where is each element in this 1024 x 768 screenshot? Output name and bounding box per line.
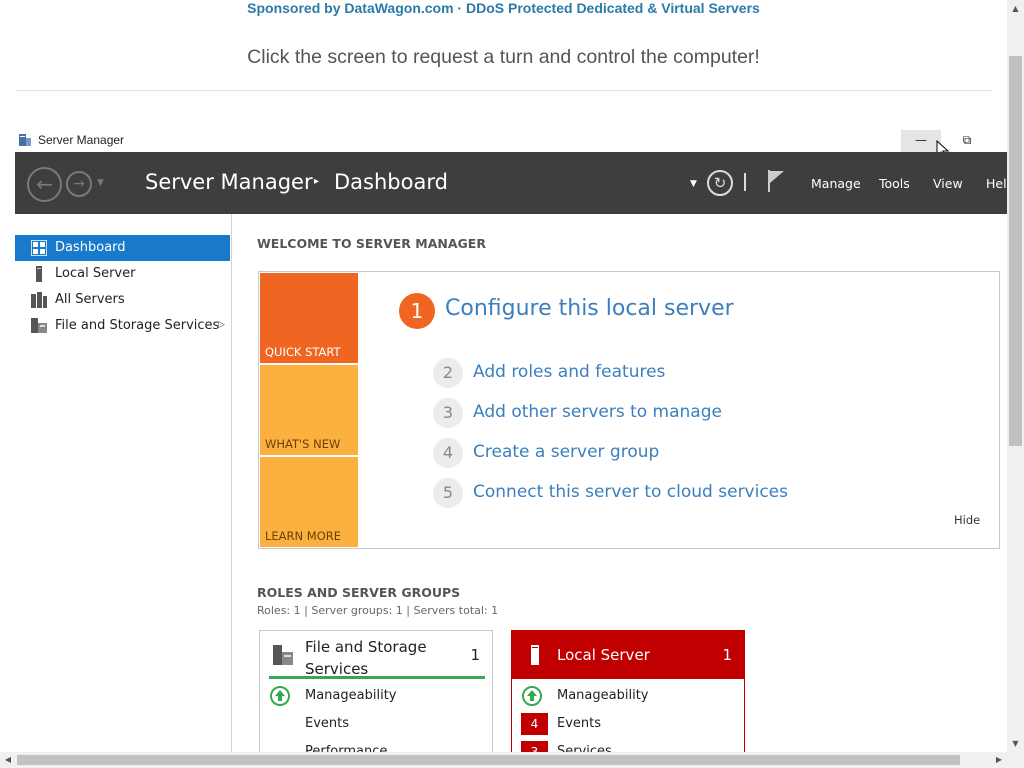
breadcrumb-app: Server Manager [145,170,313,194]
sponsor-link[interactable]: Sponsored by DataWagon.com · DDoS Protec… [0,0,1007,17]
history-dropdown-icon[interactable]: ▼ [97,178,104,188]
menu-manage[interactable]: Manage [811,176,861,191]
dashboard-icon [31,240,47,256]
row-label: Manageability [557,688,649,703]
row-label: Events [557,716,602,731]
notifications-flag-icon[interactable] [766,169,786,193]
scroll-thumb[interactable] [1009,56,1022,446]
tile-label: QUICK START [265,345,341,359]
menu-tools[interactable]: Tools [879,176,910,191]
divider [16,90,992,91]
roles-stats: Roles: 1 | Server groups: 1 | Servers to… [257,604,499,617]
server-manager-header: ← → ▼ Server Manager ▸ Dashboard ▼ ↻ Man… [15,152,1015,214]
step-number-badge: 3 [433,398,463,428]
refresh-icon[interactable]: ↻ [707,170,733,196]
scroll-down-icon[interactable]: ▼ [1007,735,1024,752]
card-row-events[interactable]: Events [260,711,492,737]
step-number-badge: 5 [433,478,463,508]
role-card-file-storage[interactable]: File and Storage Services 1 Manageabilit… [259,630,493,768]
local-server-icon [36,266,42,282]
horizontal-scrollbar[interactable]: ◀ ▶ [0,752,1007,768]
minimize-button[interactable]: — [901,130,941,152]
step-number-badge: 4 [433,438,463,468]
sidebar-item-file-storage[interactable]: File and Storage Services ▷ [15,313,230,339]
card-title: File and Storage Services [305,638,427,678]
main-content: WELCOME TO SERVER MANAGER QUICK START WH… [232,214,1007,768]
card-count: 1 [470,646,480,664]
card-title: Local Server [557,646,650,664]
sidebar-item-dashboard[interactable]: Dashboard [15,235,230,261]
tile-learn-more[interactable]: LEARN MORE [260,457,358,547]
add-servers-link[interactable]: Add other servers to manage [473,402,722,422]
breadcrumb-page: Dashboard [334,170,448,194]
sidebar-item-label: Local Server [55,266,136,281]
ok-up-arrow-icon [522,686,542,706]
menu-view[interactable]: View [933,176,963,191]
server-manager-app-icon [19,134,31,146]
row-label: Events [305,716,350,731]
file-storage-icon [273,645,293,665]
step-number-badge: 1 [399,293,435,329]
welcome-title: WELCOME TO SERVER MANAGER [257,236,486,251]
card-header[interactable]: File and Storage Services 1 [260,631,492,679]
scroll-thumb[interactable] [17,755,960,765]
step-number-badge: 2 [433,358,463,388]
all-servers-icon [31,292,47,308]
instruction-text: Click the screen to request a turn and c… [247,46,760,68]
tile-quick-start[interactable]: QUICK START [260,273,358,363]
scroll-right-icon[interactable]: ▶ [991,752,1007,768]
status-bar [269,676,485,679]
restore-button[interactable]: ⧉ [947,130,987,152]
forward-arrow-icon[interactable]: → [66,171,92,197]
tile-label: WHAT'S NEW [265,437,341,451]
expand-arrow-icon[interactable]: ▷ [218,320,225,330]
sidebar-item-label: Dashboard [55,240,126,255]
welcome-panel: QUICK START WHAT'S NEW LEARN MORE 1 Conf… [258,271,1000,549]
alert-count-badge: 4 [521,713,548,735]
sidebar-item-label: File and Storage Services [55,318,220,333]
sidebar-item-local-server[interactable]: Local Server [15,261,230,287]
sidebar-item-label: All Servers [55,292,125,307]
card-row-manageability[interactable]: Manageability [512,683,744,709]
tile-label: LEARN MORE [265,529,342,543]
scroll-up-icon[interactable]: ▲ [1007,0,1024,17]
card-header[interactable]: Local Server 1 [512,631,744,679]
row-label: Manageability [305,688,397,703]
sidebar-item-all-servers[interactable]: All Servers [15,287,230,313]
sidebar: Dashboard Local Server All Servers File … [15,214,232,752]
scrollbar-corner [1007,752,1024,768]
back-arrow-icon[interactable]: ← [27,167,62,202]
ok-up-arrow-icon [270,686,290,706]
breadcrumb-separator-icon: ▸ [314,176,320,187]
roles-title: ROLES AND SERVER GROUPS [257,585,461,600]
page: Sponsored by DataWagon.com · DDoS Protec… [0,0,1024,768]
window-title-bar: Server Manager — ⧉ [15,130,1007,152]
file-storage-icon [31,318,47,333]
header-divider [744,173,746,191]
card-row-events[interactable]: 4 Events [512,711,744,737]
window-title: Server Manager [38,133,125,147]
role-card-local-server[interactable]: Local Server 1 Manageability 4 Events 3 … [511,630,745,768]
scroll-left-icon[interactable]: ◀ [0,752,16,768]
configure-local-server-link[interactable]: Configure this local server [445,296,734,321]
hide-link[interactable]: Hide [954,513,980,527]
card-count: 1 [722,646,732,664]
card-row-manageability[interactable]: Manageability [260,683,492,709]
add-roles-link[interactable]: Add roles and features [473,362,665,382]
tile-whats-new[interactable]: WHAT'S NEW [260,365,358,455]
local-server-icon [531,645,539,665]
connect-cloud-link[interactable]: Connect this server to cloud services [473,482,788,502]
vertical-scrollbar[interactable]: ▲ ▼ [1007,0,1024,752]
create-server-group-link[interactable]: Create a server group [473,442,659,462]
header-dropdown-icon[interactable]: ▼ [690,179,697,189]
